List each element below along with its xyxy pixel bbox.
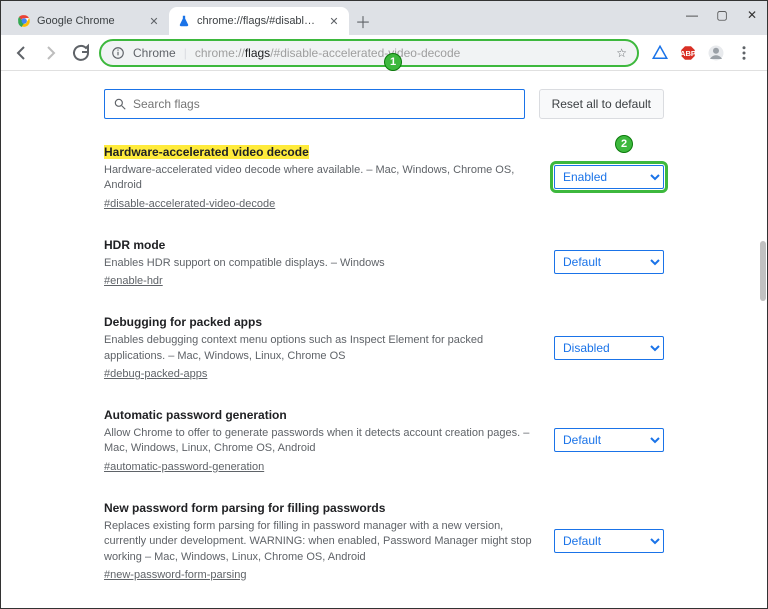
flag-anchor-link[interactable]: #disable-accelerated-video-decode bbox=[104, 198, 534, 210]
search-flags-input[interactable] bbox=[133, 97, 516, 111]
flag-row: Automatic password generation Allow Chrom… bbox=[104, 394, 664, 487]
omnibox-url: chrome://flags/#disable-accelerated-vide… bbox=[195, 46, 461, 60]
flag-select[interactable]: DefaultEnabledDisabled bbox=[554, 529, 664, 553]
flag-anchor-link[interactable]: #enable-hdr bbox=[104, 275, 534, 287]
flag-row: Debugging for packed apps Enables debuggi… bbox=[104, 301, 664, 394]
close-button[interactable]: ✕ bbox=[737, 1, 767, 29]
new-tab-button[interactable]: ＋ bbox=[349, 7, 377, 35]
close-icon[interactable]: ✕ bbox=[327, 14, 341, 28]
flag-anchor-link[interactable]: #new-password-form-parsing bbox=[104, 569, 534, 581]
extension-icons: ABP bbox=[645, 44, 759, 62]
flag-description: Allow Chrome to offer to generate passwo… bbox=[104, 426, 534, 457]
maximize-button[interactable]: ▢ bbox=[707, 1, 737, 29]
svg-text:ABP: ABP bbox=[680, 49, 696, 58]
tab-1[interactable]: chrome://flags/#disable-accelera ✕ bbox=[169, 7, 349, 35]
search-flags-box[interactable] bbox=[104, 89, 525, 119]
flag-description: Hardware-accelerated video decode where … bbox=[104, 163, 534, 194]
reload-button[interactable] bbox=[69, 41, 93, 65]
flag-select[interactable]: DefaultEnabledDisabled bbox=[554, 336, 664, 360]
flag-title: New password form parsing for filling pa… bbox=[104, 501, 385, 515]
menu-icon[interactable] bbox=[735, 44, 753, 62]
omnibox[interactable]: Chrome | chrome://flags/#disable-acceler… bbox=[99, 39, 639, 67]
viewport: Reset all to default Hardware-accelerate… bbox=[1, 71, 767, 608]
flag-select[interactable]: DefaultEnabledDisabled bbox=[554, 165, 664, 189]
adblock-icon[interactable]: ABP bbox=[679, 44, 697, 62]
flask-icon bbox=[177, 14, 191, 28]
flag-description: Replaces existing form parsing for filli… bbox=[104, 519, 534, 565]
flags-page: Reset all to default Hardware-accelerate… bbox=[104, 83, 664, 608]
flag-select[interactable]: DefaultEnabledDisabled bbox=[554, 250, 664, 274]
extension-triangle-icon[interactable] bbox=[651, 44, 669, 62]
back-button[interactable] bbox=[9, 41, 33, 65]
info-icon bbox=[111, 46, 125, 60]
flag-title: Hardware-accelerated video decode bbox=[104, 145, 309, 159]
flag-row: Hardware-accelerated video decode Hardwar… bbox=[104, 131, 664, 224]
flag-title: Debugging for packed apps bbox=[104, 315, 262, 329]
flag-description: Enables debugging context menu options s… bbox=[104, 333, 534, 364]
search-icon bbox=[113, 97, 127, 111]
flag-row: HDR mode Enables HDR support on compatibl… bbox=[104, 224, 664, 301]
chrome-logo-icon bbox=[17, 14, 31, 28]
flag-row: New password form parsing for saving pas… bbox=[104, 595, 664, 608]
annotation-marker-1: 1 bbox=[384, 53, 402, 71]
annotation-marker-2: 2 bbox=[615, 135, 633, 153]
flags-topbar: Reset all to default bbox=[104, 83, 664, 131]
close-icon[interactable]: ✕ bbox=[147, 14, 161, 28]
scrollbar-thumb[interactable] bbox=[760, 241, 766, 301]
flag-title: HDR mode bbox=[104, 238, 165, 252]
minimize-button[interactable]: — bbox=[677, 1, 707, 29]
tab-title: chrome://flags/#disable-accelera bbox=[197, 15, 321, 27]
flag-row: New password form parsing for filling pa… bbox=[104, 487, 664, 595]
profile-avatar[interactable] bbox=[707, 44, 725, 62]
reset-all-button[interactable]: Reset all to default bbox=[539, 89, 664, 119]
flag-anchor-link[interactable]: #debug-packed-apps bbox=[104, 368, 534, 380]
flag-anchor-link[interactable]: #automatic-password-generation bbox=[104, 461, 534, 473]
flag-select[interactable]: DefaultEnabledDisabled bbox=[554, 428, 664, 452]
tabstrip: Google Chrome ✕ chrome://flags/#disable-… bbox=[1, 1, 377, 35]
flag-description: Enables HDR support on compatible displa… bbox=[104, 256, 534, 271]
omnibox-origin-label: Chrome bbox=[133, 46, 176, 60]
window-controls: — ▢ ✕ bbox=[677, 1, 767, 29]
tab-title: Google Chrome bbox=[37, 15, 141, 27]
titlebar: Google Chrome ✕ chrome://flags/#disable-… bbox=[1, 1, 767, 35]
bookmark-star-icon[interactable]: ☆ bbox=[616, 46, 627, 60]
forward-button[interactable] bbox=[39, 41, 63, 65]
tab-0[interactable]: Google Chrome ✕ bbox=[9, 7, 169, 35]
flag-title: Automatic password generation bbox=[104, 408, 287, 422]
